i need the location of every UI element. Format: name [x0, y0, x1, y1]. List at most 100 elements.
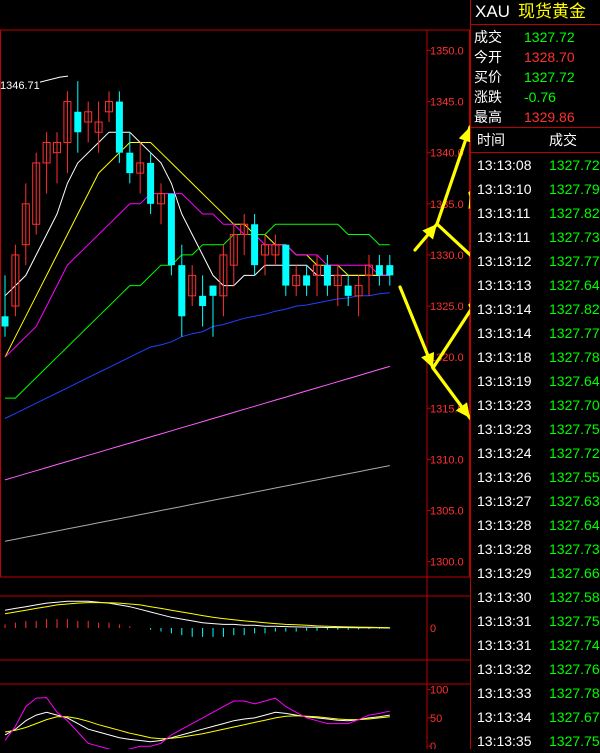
tick-row[interactable]: 13:13:24 1327.72 — [471, 441, 600, 465]
tick-row[interactable]: 13:13:14 1327.82 — [471, 297, 600, 321]
tick-time: 13:13:14 — [477, 325, 532, 341]
symbol-name: 现货黄金 — [517, 2, 586, 21]
quote-value: 1328.70 — [524, 49, 575, 65]
tick-row[interactable]: 13:13:34 1327.67 — [471, 705, 600, 729]
tick-row[interactable]: 13:13:26 1327.55 — [471, 465, 600, 489]
tick-time: 13:13:11 — [477, 205, 531, 221]
candle-body — [375, 265, 383, 276]
quote-label: 涨跌 — [474, 89, 502, 105]
tick-time: 13:13:26 — [477, 469, 532, 485]
macd-dea-line — [4, 602, 390, 629]
tick-price: 1327.78 — [549, 685, 600, 701]
tick-price: 1327.70 — [549, 397, 600, 413]
tick-time: 13:13:23 — [477, 397, 532, 413]
tick-time: 13:13:11 — [477, 229, 531, 245]
tick-time: 13:13:24 — [477, 445, 532, 461]
tick-price: 1327.72 — [549, 445, 600, 461]
quote-row: 今开 1328.70 — [471, 47, 600, 67]
price-tick-label: 1350.0 — [430, 45, 464, 57]
tick-price: 1327.78 — [549, 349, 600, 365]
price-tick-label: 1325.0 — [430, 301, 464, 313]
tick-price: 1327.64 — [549, 373, 600, 389]
tick-row[interactable]: 13:13:08 1327.72 — [471, 153, 600, 177]
tick-list[interactable]: 13:13:08 1327.72 13:13:10 1327.79 13:13:11 13… — [471, 153, 600, 753]
quote-row: 成交 1327.72 — [471, 27, 600, 47]
candle-body — [115, 101, 123, 153]
tick-row[interactable]: 13:13:14 1327.77 — [471, 321, 600, 345]
tick-row[interactable]: 13:13:35 1327.75 — [471, 729, 600, 753]
tick-time: 13:13:34 — [477, 709, 532, 725]
quote-label: 最高 — [474, 109, 502, 125]
tick-row[interactable]: 13:13:23 1327.70 — [471, 393, 600, 417]
price-tick-label: 1310.0 — [430, 454, 464, 466]
tick-row[interactable]: 13:13:32 1327.76 — [471, 657, 600, 681]
tick-price: 1327.76 — [549, 661, 600, 677]
tick-price: 1327.77 — [549, 253, 600, 269]
tick-row[interactable]: 13:13:29 1327.66 — [471, 561, 600, 585]
tick-row[interactable]: 13:13:13 1327.64 — [471, 273, 600, 297]
macd-zero-label: 0 — [430, 623, 436, 635]
tick-time: 13:13:23 — [477, 421, 532, 437]
quote-row: 最高 1329.86 — [471, 107, 600, 127]
tick-row[interactable]: 13:13:23 1327.75 — [471, 417, 600, 441]
tick-time: 13:13:12 — [477, 253, 532, 269]
tick-row[interactable]: 13:13:10 1327.79 — [471, 177, 600, 201]
candle-body — [74, 111, 82, 133]
tick-row[interactable]: 13:13:18 1327.78 — [471, 345, 600, 369]
tick-row[interactable]: 13:13:33 1327.78 — [471, 681, 600, 705]
kline-chart[interactable]: 1350.01345.01340.01335.01330.01325.01320… — [0, 0, 470, 749]
tick-row[interactable]: 13:13:11 1327.82 — [471, 201, 600, 225]
candle-body — [303, 275, 311, 286]
tick-time: 13:13:35 — [477, 733, 532, 749]
quote-label: 今开 — [474, 49, 502, 65]
tick-price: 1327.82 — [549, 205, 600, 221]
candle-body — [126, 152, 134, 174]
price-tick-label: 1305.0 — [430, 506, 464, 518]
quote-row: 涨跌 -0.76 — [471, 87, 600, 107]
moving-average-lines — [4, 131, 390, 542]
tick-price: 1327.64 — [549, 277, 600, 293]
quote-value: 1329.86 — [524, 109, 575, 125]
ma-line — [4, 465, 390, 542]
tick-row[interactable]: 13:13:19 1327.64 — [471, 369, 600, 393]
tick-time: 13:13:31 — [477, 613, 532, 629]
quote-label: 买价 — [474, 69, 502, 85]
price-tick-label: 1300.0 — [430, 557, 464, 569]
kdj-panel: 100 50 0 — [4, 685, 448, 749]
tick-price: 1327.63 — [549, 493, 600, 509]
tick-price: 1327.75 — [549, 421, 600, 437]
candle-body — [147, 162, 155, 204]
tick-row[interactable]: 13:13:30 1327.58 — [471, 585, 600, 609]
ma-line — [4, 292, 390, 419]
tick-row[interactable]: 13:13:27 1327.63 — [471, 489, 600, 513]
tick-price: 1327.58 — [549, 589, 600, 605]
price-tick-label: 1335.0 — [430, 199, 464, 211]
candle-body — [199, 295, 207, 307]
quote-panel: XAU 现货黄金 成交 1327.72 今开 1328.70 买价 1327.72 涨跌 -0.… — [470, 0, 600, 749]
candle-body — [344, 285, 352, 296]
quote-value: -0.76 — [524, 89, 556, 105]
tick-time: 13:13:19 — [477, 373, 532, 389]
tick-row[interactable]: 13:13:11 1327.73 — [471, 225, 600, 249]
kdj-tick-label: 100 — [430, 685, 448, 697]
symbol-code: XAU — [475, 2, 510, 21]
tick-row[interactable]: 13:13:28 1327.64 — [471, 513, 600, 537]
high-annotation: 1346.71 — [0, 75, 69, 92]
tick-row[interactable]: 13:13:31 1327.74 — [471, 633, 600, 657]
tick-price: 1327.77 — [549, 325, 600, 341]
tick-row[interactable]: 13:13:28 1327.73 — [471, 537, 600, 561]
ma-line — [4, 365, 390, 481]
candle-body — [386, 265, 394, 276]
tick-price: 1327.82 — [549, 301, 600, 317]
tick-row[interactable]: 13:13:12 1327.77 — [471, 249, 600, 273]
quote-value: 1327.72 — [524, 69, 575, 85]
tick-time: 13:13:29 — [477, 565, 532, 581]
tick-time: 13:13:14 — [477, 301, 532, 317]
candle-body — [178, 265, 186, 317]
candle-body — [323, 265, 331, 286]
tick-time: 13:13:33 — [477, 685, 532, 701]
ticks-header-price: 成交 — [549, 132, 577, 148]
tick-row[interactable]: 13:13:31 1327.75 — [471, 609, 600, 633]
quote-row: 买价 1327.72 — [471, 67, 600, 87]
tick-time: 13:13:30 — [477, 589, 532, 605]
